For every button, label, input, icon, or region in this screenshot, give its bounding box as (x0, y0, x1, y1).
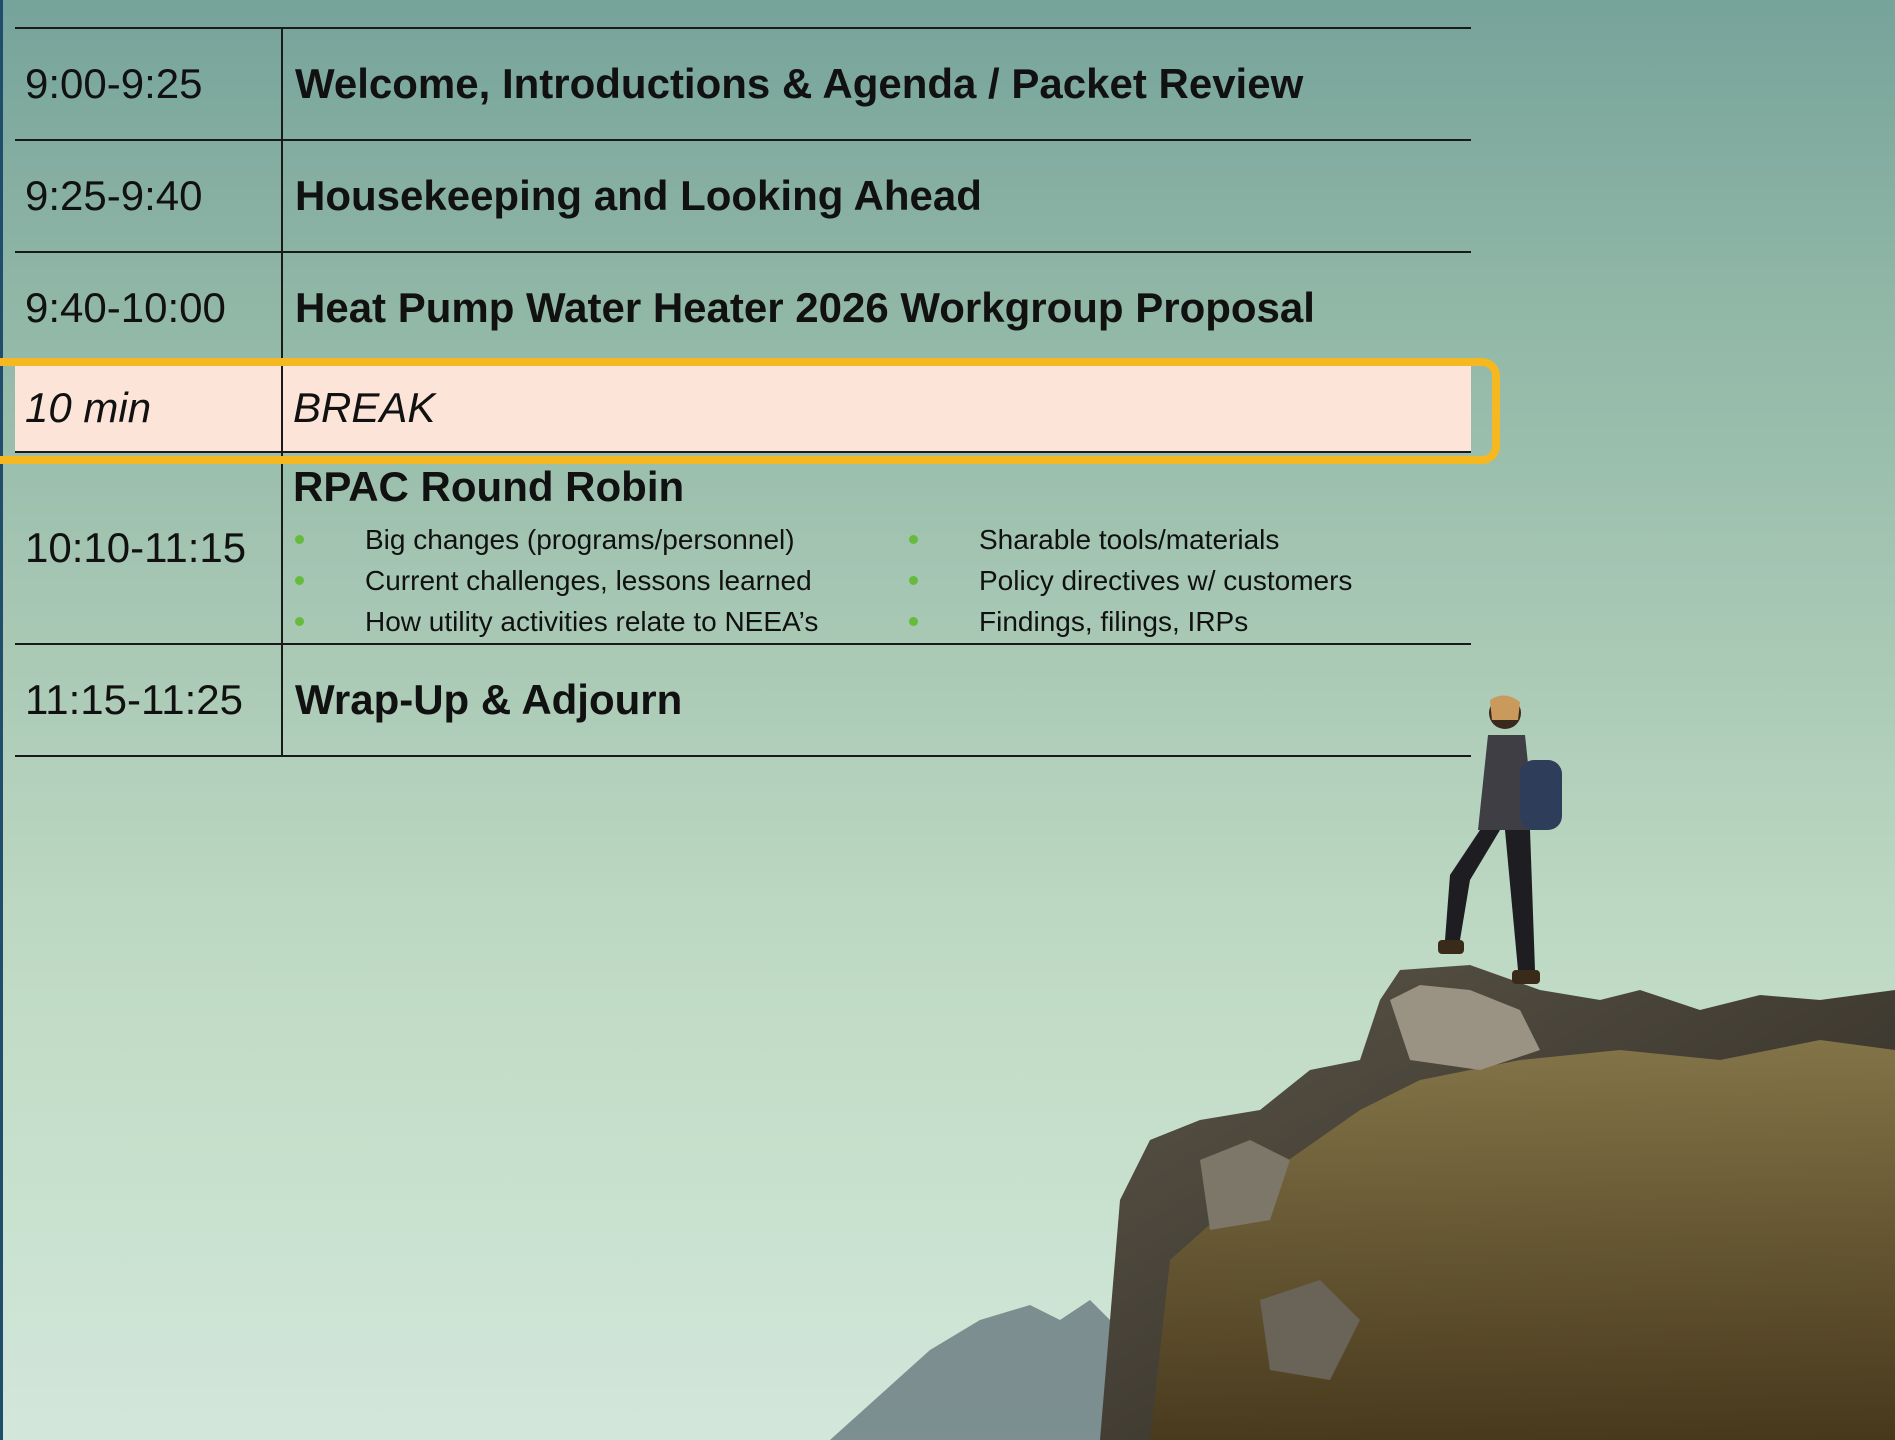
agenda-topic: Heat Pump Water Heater 2026 Workgroup Pr… (295, 284, 1315, 331)
bullet-text: Policy directives w/ customers (979, 565, 1353, 596)
round-robin-bullets: Big changes (programs/personnel) Current… (293, 519, 1471, 642)
round-robin-title: RPAC Round Robin (293, 463, 685, 510)
bullet-item: Sharable tools/materials (907, 519, 1352, 560)
bullet-text: How utility activities relate to NEEA’s (365, 606, 819, 637)
agenda-row-hpwh: 9:40-10:00 Heat Pump Water Heater 2026 W… (15, 251, 1471, 363)
round-robin-body: RPAC Round Robin Big changes (programs/p… (283, 453, 1471, 643)
agenda-time: 9:40-10:00 (15, 253, 283, 363)
bullet-dot-icon (909, 617, 918, 626)
agenda-time: 10:10-11:15 (15, 453, 283, 643)
bullet-dot-icon (295, 617, 304, 626)
break-label: BREAK (293, 384, 436, 431)
agenda-row-welcome: 9:00-9:25 Welcome, Introductions & Agend… (15, 27, 1471, 139)
bullet-item: How utility activities relate to NEEA’s (293, 601, 907, 642)
agenda-row-round-robin: 10:10-11:15 RPAC Round Robin Big changes… (15, 451, 1471, 643)
bullet-text: Current challenges, lessons learned (365, 565, 812, 596)
agenda-row-break: 10 min BREAK (15, 363, 1471, 451)
agenda-row-wrap-up: 11:15-11:25 Wrap-Up & Adjourn (15, 643, 1471, 757)
bullet-item: Current challenges, lessons learned (293, 560, 907, 601)
bullet-text: Big changes (programs/personnel) (365, 524, 795, 555)
agenda-topic: Housekeeping and Looking Ahead (295, 172, 982, 219)
bullet-text: Sharable tools/materials (979, 524, 1280, 555)
left-edge-bar (0, 0, 3, 1440)
bullet-column-1: Big changes (programs/personnel) Current… (293, 519, 907, 642)
bullet-dot-icon (909, 576, 918, 585)
bullet-item: Big changes (programs/personnel) (293, 519, 907, 560)
bullet-dot-icon (909, 535, 918, 544)
bullet-text: Findings, filings, IRPs (979, 606, 1249, 637)
bullet-column-2: Sharable tools/materials Policy directiv… (907, 519, 1352, 642)
bullet-dot-icon (295, 576, 304, 585)
agenda-time: 9:00-9:25 (15, 29, 283, 139)
bullet-dot-icon (295, 535, 304, 544)
agenda-table: 9:00-9:25 Welcome, Introductions & Agend… (15, 27, 1471, 757)
agenda-topic: Wrap-Up & Adjourn (295, 676, 683, 723)
bullet-item: Policy directives w/ customers (907, 560, 1352, 601)
agenda-time: 9:25-9:40 (15, 141, 283, 251)
break-time: 10 min (15, 365, 283, 451)
bullet-item: Findings, filings, IRPs (907, 601, 1352, 642)
agenda-topic: Welcome, Introductions & Agenda / Packet… (295, 60, 1304, 107)
agenda-time: 11:15-11:25 (15, 645, 283, 755)
agenda-row-housekeeping: 9:25-9:40 Housekeeping and Looking Ahead (15, 139, 1471, 251)
